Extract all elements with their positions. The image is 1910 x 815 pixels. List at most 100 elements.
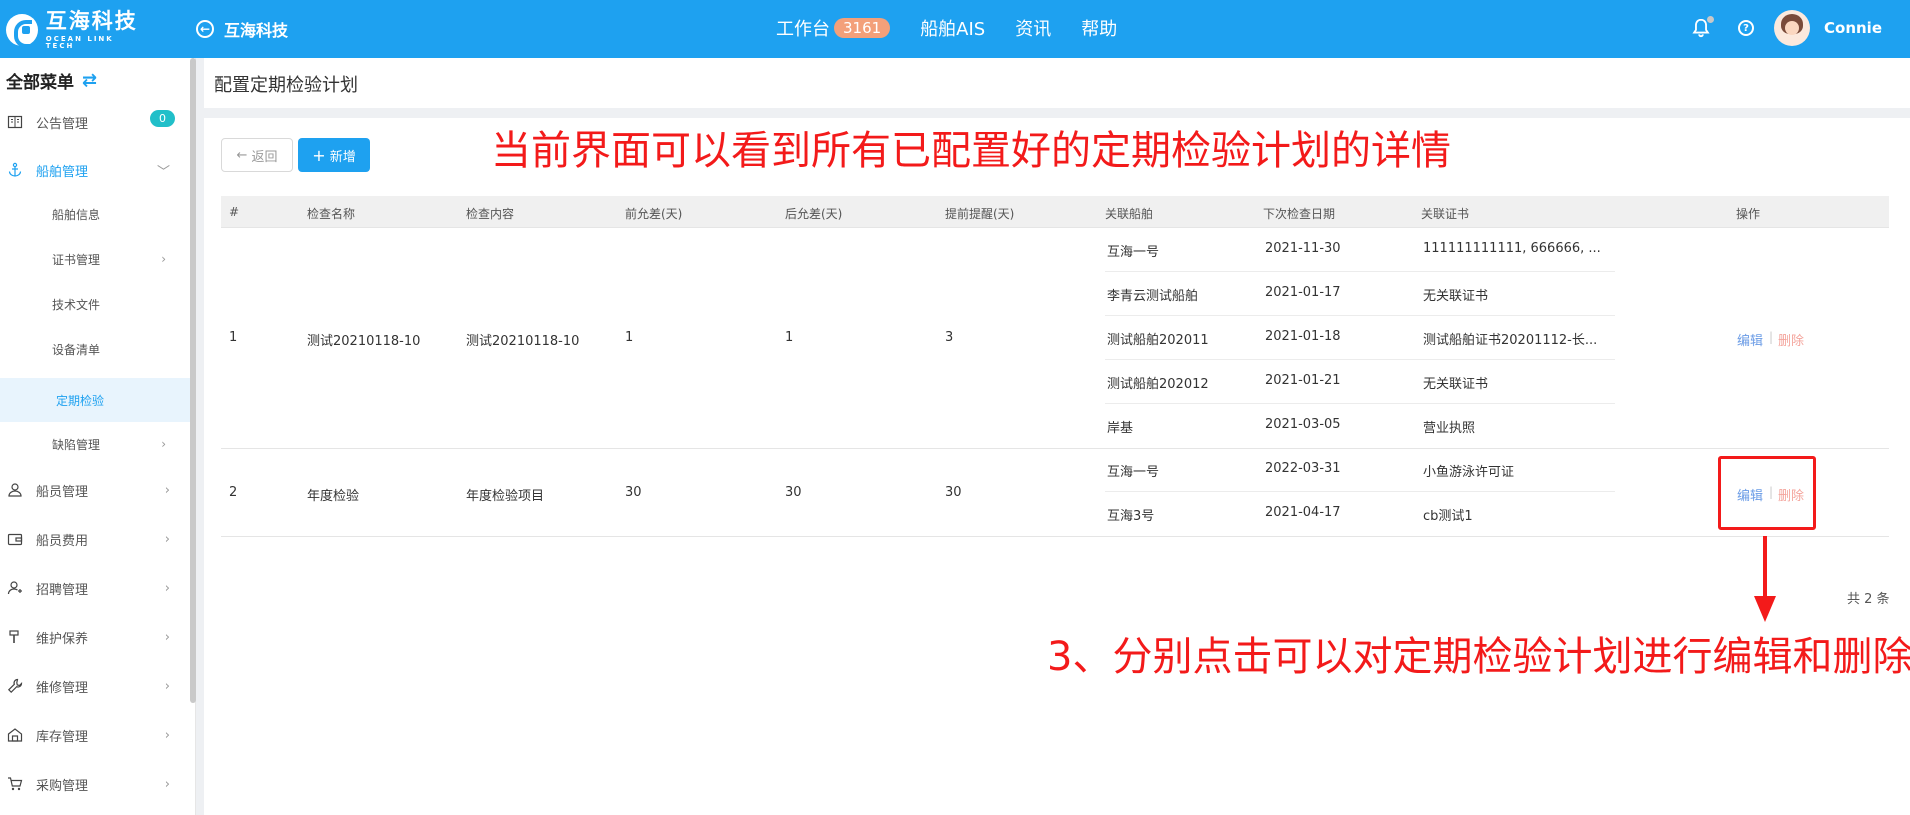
next-date: 2022-03-31 bbox=[1265, 461, 1341, 476]
table-header: # 检查名称 检查内容 前允差(天) 后允差(天) 提前提醒(天) 关联船舶 下… bbox=[221, 196, 1889, 228]
header-back-title: 互海科技 bbox=[224, 21, 289, 40]
arrow-left-icon: ← bbox=[236, 147, 248, 163]
nav-help[interactable]: 帮助 bbox=[1081, 15, 1117, 41]
sidebar-item-repair[interactable]: 维修管理 › bbox=[0, 664, 190, 708]
annotation-top: 当前界面可以看到所有已配置好的定期检验计划的详情 bbox=[491, 128, 1451, 174]
table-row: 测试船舶202012 2021-01-21 无关联证书 bbox=[1105, 360, 1615, 404]
chevron-right-icon: › bbox=[164, 531, 170, 547]
row-divider bbox=[221, 448, 1889, 449]
sidebar-item-label: 公告管理 bbox=[36, 116, 89, 132]
switch-icon[interactable]: ⇄ bbox=[82, 70, 97, 91]
row2-remind: 30 bbox=[945, 485, 962, 500]
sidebar-item-purchasing[interactable]: 采购管理 › bbox=[0, 762, 190, 806]
back-arrow-icon: ← bbox=[196, 20, 214, 38]
submenu-label: 船舶信息 bbox=[52, 207, 101, 222]
header-back-link[interactable]: ← 互海科技 bbox=[196, 17, 288, 41]
submenu-ship-info[interactable]: 船舶信息 bbox=[0, 192, 190, 236]
col-index: # bbox=[229, 205, 240, 219]
menu-header-label: 全部菜单 bbox=[6, 73, 74, 93]
warehouse-icon bbox=[6, 726, 24, 744]
submenu-periodic-inspection[interactable]: 定期检验 bbox=[0, 378, 190, 422]
table-row: 互海一号 2021-11-30 111111111111, 666666, ..… bbox=[1105, 228, 1615, 272]
top-nav: 工作台 3161 船舶AIS 资讯 帮助 bbox=[776, 15, 1147, 41]
row-divider bbox=[221, 536, 1889, 537]
cart-icon bbox=[6, 775, 24, 793]
arrow-down-icon bbox=[1754, 596, 1776, 622]
sidebar-scrollbar[interactable] bbox=[190, 58, 196, 703]
logo-text-en: OCEAN LINK TECH bbox=[45, 34, 114, 50]
table-row: 李青云测试船舶 2021-01-17 无关联证书 bbox=[1105, 272, 1615, 316]
submenu-tech-docs[interactable]: 技术文件 bbox=[0, 282, 190, 326]
nav-workbench[interactable]: 工作台 3161 bbox=[776, 15, 891, 41]
annotation-bottom: 3、分别点击可以对定期检验计划进行编辑和删除 bbox=[1047, 634, 1910, 680]
logo-icon bbox=[6, 14, 38, 48]
sidebar-item-maintenance[interactable]: 维护保养 › bbox=[0, 615, 190, 659]
edit-button[interactable]: 编辑 bbox=[1737, 330, 1763, 349]
sidebar-item-label: 维修管理 bbox=[36, 680, 89, 696]
sidebar-item-inventory[interactable]: 库存管理 › bbox=[0, 713, 190, 757]
add-button[interactable]: + 新增 bbox=[298, 138, 370, 172]
col-cert: 关联证书 bbox=[1421, 207, 1470, 221]
cert-name: 营业执照 bbox=[1423, 421, 1476, 436]
nav-workbench-label: 工作台 bbox=[776, 19, 830, 40]
next-date: 2021-01-18 bbox=[1265, 329, 1341, 344]
col-actions: 操作 bbox=[1736, 207, 1761, 221]
wallet-icon bbox=[6, 530, 24, 548]
back-button[interactable]: ← 返回 bbox=[221, 138, 293, 172]
row2-after: 30 bbox=[785, 485, 802, 500]
next-date: 2021-04-17 bbox=[1265, 505, 1341, 520]
wrench-icon bbox=[6, 677, 24, 695]
row2-index: 2 bbox=[229, 485, 238, 500]
submenu-label: 技术文件 bbox=[52, 297, 101, 312]
cert-name: 小鱼游泳许可证 bbox=[1423, 465, 1515, 480]
sidebar-item-label: 船舶管理 bbox=[36, 164, 89, 180]
bell-icon[interactable] bbox=[1690, 16, 1714, 39]
add-button-label: 新增 bbox=[329, 149, 356, 165]
help-icon[interactable]: ? bbox=[1738, 20, 1754, 36]
nav-ship-ais[interactable]: 船舶AIS bbox=[920, 15, 985, 41]
ship-name: 测试船舶202012 bbox=[1107, 377, 1209, 392]
sidebar-item-label: 采购管理 bbox=[36, 778, 89, 794]
sidebar-item-label: 维护保养 bbox=[36, 631, 89, 647]
sidebar-item-ship-management[interactable]: 船舶管理 ﹀ bbox=[0, 148, 190, 192]
row1-after: 1 bbox=[785, 330, 794, 345]
logo-text-cn: 互海科技 bbox=[45, 8, 138, 33]
sidebar-item-crew-expense[interactable]: 船员费用 › bbox=[0, 517, 190, 561]
cert-name: 无关联证书 bbox=[1423, 289, 1489, 304]
table-row: 互海一号 2022-03-31 小鱼游泳许可证 bbox=[1105, 448, 1615, 492]
avatar[interactable] bbox=[1774, 10, 1810, 46]
sidebar-item-label: 船员费用 bbox=[36, 533, 89, 549]
col-before: 前允差(天) bbox=[625, 207, 683, 221]
username[interactable]: Connie bbox=[1824, 19, 1882, 37]
chevron-right-icon: › bbox=[164, 580, 170, 596]
delete-button[interactable]: 删除 bbox=[1778, 330, 1804, 349]
workbench-badge: 3161 bbox=[834, 18, 891, 38]
nav-news[interactable]: 资讯 bbox=[1015, 15, 1051, 41]
cert-name: 测试船舶证书20201112-长... bbox=[1423, 333, 1598, 348]
row1-remind: 3 bbox=[945, 330, 954, 345]
cert-name: cb测试1 bbox=[1423, 509, 1473, 524]
next-date: 2021-03-05 bbox=[1265, 417, 1341, 432]
ship-name: 互海一号 bbox=[1107, 245, 1160, 260]
submenu-defects[interactable]: 缺陷管理 › bbox=[0, 422, 190, 466]
chevron-right-icon: › bbox=[164, 727, 170, 743]
col-ship: 关联船舶 bbox=[1105, 207, 1154, 221]
sidebar-item-crew[interactable]: 船员管理 › bbox=[0, 468, 190, 512]
next-date: 2021-01-21 bbox=[1265, 373, 1341, 388]
ship-name: 互海一号 bbox=[1107, 465, 1160, 480]
ship-name: 岸基 bbox=[1107, 421, 1134, 436]
page-header: 配置定期检验计划 bbox=[204, 58, 1910, 108]
chevron-right-icon: › bbox=[164, 678, 170, 694]
notice-icon bbox=[6, 113, 24, 131]
hammer-icon bbox=[6, 628, 24, 646]
row1-content: 测试20210118-10 bbox=[466, 334, 580, 349]
logo[interactable]: 互海科技 OCEAN LINK TECH bbox=[6, 8, 146, 52]
top-right-tools: ? Connie bbox=[1690, 10, 1882, 46]
sidebar-item-label: 库存管理 bbox=[36, 729, 89, 745]
sidebar-item-recruitment[interactable]: 招聘管理 › bbox=[0, 566, 190, 610]
submenu-certificates[interactable]: 证书管理 › bbox=[0, 237, 190, 281]
highlight-box bbox=[1718, 456, 1816, 530]
submenu-equipment-list[interactable]: 设备清单 bbox=[0, 327, 190, 371]
submenu-label: 定期检验 bbox=[56, 393, 105, 408]
submenu-label: 证书管理 bbox=[52, 252, 101, 267]
